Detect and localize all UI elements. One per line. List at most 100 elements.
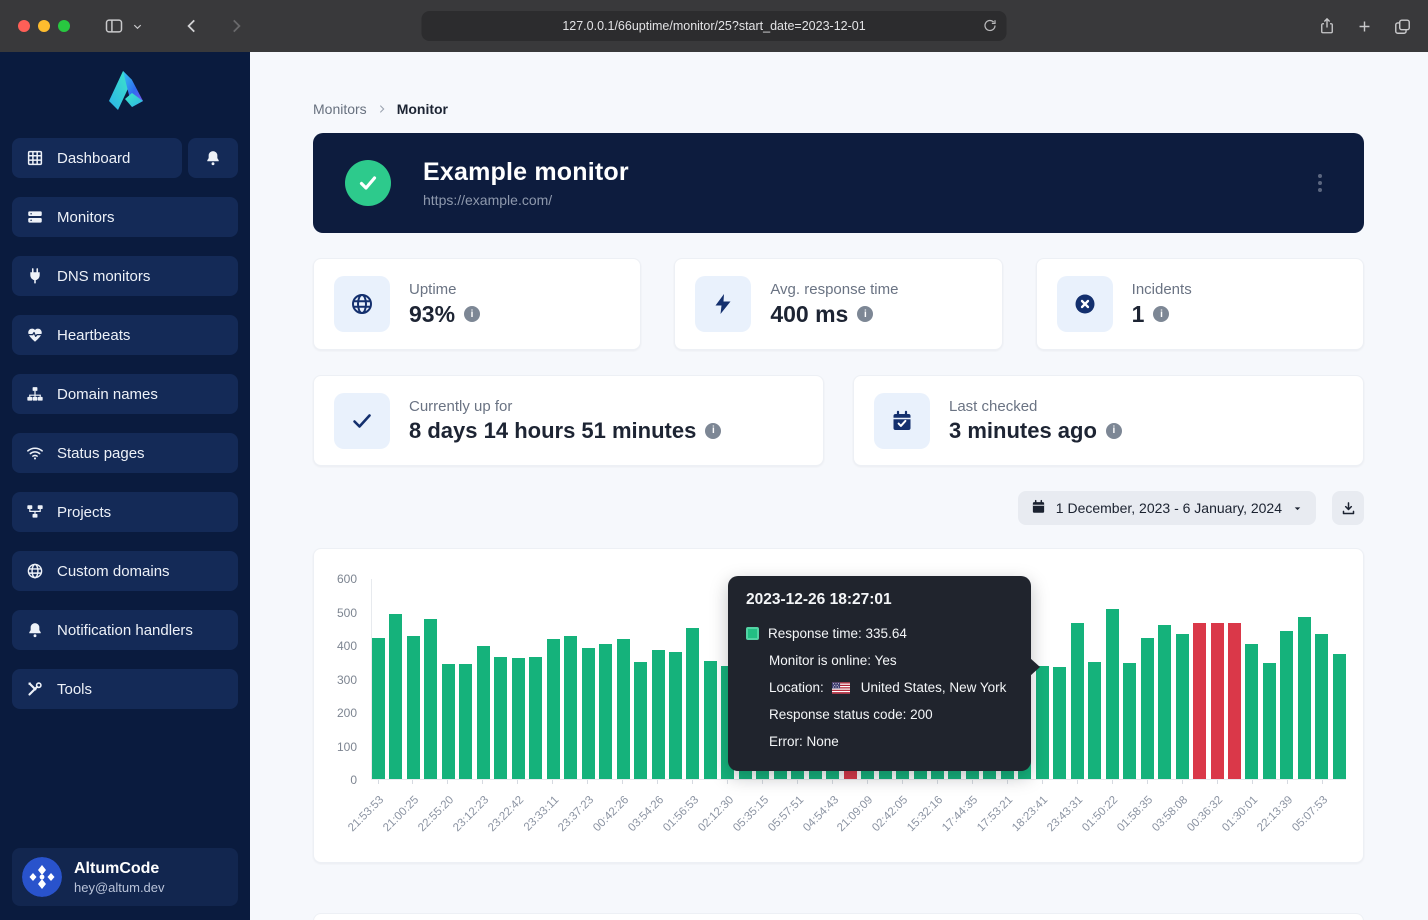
chart-bar[interactable] [1298, 617, 1311, 779]
date-range-button[interactable]: 1 December, 2023 - 6 January, 2024 [1018, 491, 1316, 525]
x-tick-label: 21:00:25 [381, 794, 421, 834]
back-icon[interactable] [183, 17, 201, 35]
chart-bar[interactable] [704, 661, 717, 779]
chart-bar[interactable] [634, 662, 647, 779]
notifications-bell-button[interactable] [188, 138, 238, 178]
sidebar-item-domain-names[interactable]: Domain names [12, 374, 238, 414]
monitor-menu-button[interactable] [1312, 168, 1328, 198]
sidebar-item-dashboard[interactable]: Dashboard [12, 138, 182, 178]
x-tick-mark [587, 780, 588, 784]
x-tick-mark [1287, 780, 1288, 784]
minimize-window-button[interactable] [38, 20, 50, 32]
info-icon[interactable]: i [857, 306, 873, 322]
chart-bar[interactable] [1280, 631, 1293, 779]
x-tick-label: 18:23:41 [1011, 794, 1051, 834]
tools-icon [26, 680, 44, 698]
chart-bar[interactable] [1263, 663, 1276, 779]
chevron-down-icon[interactable] [132, 21, 143, 32]
x-tick-mark [517, 780, 518, 784]
x-tick-label: 22:13:39 [1255, 794, 1295, 834]
chart-bar[interactable] [1158, 625, 1171, 779]
new-tab-icon[interactable] [1356, 18, 1373, 35]
chart-bar[interactable] [686, 628, 699, 779]
sidebar-toggle-icon[interactable] [104, 16, 124, 36]
info-icon[interactable]: i [464, 306, 480, 322]
breadcrumb-monitors-link[interactable]: Monitors [313, 101, 367, 117]
tab-overview-icon[interactable] [1393, 17, 1412, 36]
chart-bar[interactable] [1106, 609, 1119, 780]
y-tick-label: 400 [317, 639, 357, 653]
chart-bar[interactable] [494, 657, 507, 779]
download-report-button[interactable] [1332, 491, 1364, 525]
chart-bar[interactable] [372, 638, 385, 779]
sidebar-item-dns-monitors[interactable]: DNS monitors [12, 256, 238, 296]
x-tick-label: 22:55:20 [416, 794, 456, 834]
sidebar-item-projects[interactable]: Projects [12, 492, 238, 532]
chart-bar[interactable] [1315, 634, 1328, 779]
chart-bar[interactable] [1123, 663, 1136, 779]
app-logo[interactable] [0, 52, 250, 113]
x-tick-mark [1217, 780, 1218, 784]
chart-bar[interactable] [389, 614, 402, 779]
calendar-check-icon [874, 393, 930, 449]
chart-bar[interactable] [529, 657, 542, 779]
chart-bar[interactable] [512, 658, 525, 779]
x-tick-label: 23:12:23 [451, 794, 491, 834]
caret-down-icon [1292, 503, 1303, 514]
chart-bar[interactable] [1088, 662, 1101, 779]
stat-label: Last checked [949, 398, 1122, 415]
zoom-window-button[interactable] [58, 20, 70, 32]
address-bar-url: 127.0.0.1/66uptime/monitor/25?start_date… [562, 19, 865, 33]
sidebar-item-heartbeats[interactable]: Heartbeats [12, 315, 238, 355]
chart-bar[interactable] [582, 648, 595, 779]
x-tick-mark [1147, 780, 1148, 784]
chart-bar[interactable] [442, 664, 455, 779]
x-tick-label: 17:44:35 [941, 794, 981, 834]
sidebar-item-tools[interactable]: Tools [12, 669, 238, 709]
x-tick-label: 15:32:16 [906, 794, 946, 834]
chart-bar[interactable] [599, 644, 612, 779]
chart-bar[interactable] [1333, 654, 1346, 779]
chart-bar[interactable] [547, 639, 560, 779]
chart-bar[interactable] [407, 636, 420, 779]
tooltip-location-label: Location: [769, 674, 824, 701]
x-tick-label: 23:22:42 [486, 794, 526, 834]
chart-bar[interactable] [1228, 623, 1241, 779]
info-icon[interactable]: i [1153, 306, 1169, 322]
info-icon[interactable]: i [1106, 423, 1122, 439]
next-section-card [313, 913, 1364, 920]
close-window-button[interactable] [18, 20, 30, 32]
chart-bar[interactable] [1245, 644, 1258, 779]
chart-bar[interactable] [669, 652, 682, 779]
share-icon[interactable] [1318, 16, 1336, 36]
chart-bar[interactable] [1193, 623, 1206, 779]
sidebar-item-monitors[interactable]: Monitors [12, 197, 238, 237]
chart-bar[interactable] [1036, 666, 1049, 779]
sidebar-item-notification-handlers[interactable]: Notification handlers [12, 610, 238, 650]
sidebar-item-label: Monitors [57, 209, 115, 226]
chart-bar[interactable] [424, 619, 437, 779]
chart-bar[interactable] [459, 664, 472, 779]
chart-bar[interactable] [617, 639, 630, 779]
chart-bar[interactable] [652, 650, 665, 779]
reload-icon[interactable] [983, 18, 998, 33]
x-tick-mark [762, 780, 763, 784]
chart-bar[interactable] [477, 646, 490, 779]
chart-bar[interactable] [1211, 623, 1224, 779]
address-bar[interactable]: 127.0.0.1/66uptime/monitor/25?start_date… [422, 11, 1007, 41]
chart-bar[interactable] [1071, 623, 1084, 779]
sidebar-item-status-pages[interactable]: Status pages [12, 433, 238, 473]
stat-label: Avg. response time [770, 281, 898, 298]
sidebar-item-custom-domains[interactable]: Custom domains [12, 551, 238, 591]
info-icon[interactable]: i [705, 423, 721, 439]
chart-bar[interactable] [1176, 634, 1189, 779]
sidebar-account[interactable]: AltumCode hey@altum.dev [12, 848, 238, 906]
stat-value: 8 days 14 hours 51 minutes [409, 418, 696, 444]
forward-icon[interactable] [227, 17, 245, 35]
chart-bar[interactable] [564, 636, 577, 779]
x-tick-mark [937, 780, 938, 784]
chart-bar[interactable] [1053, 667, 1066, 779]
stat-value: 93% [409, 301, 455, 328]
chart-bar[interactable] [1141, 638, 1154, 779]
x-tick-label: 03:54:26 [626, 794, 666, 834]
